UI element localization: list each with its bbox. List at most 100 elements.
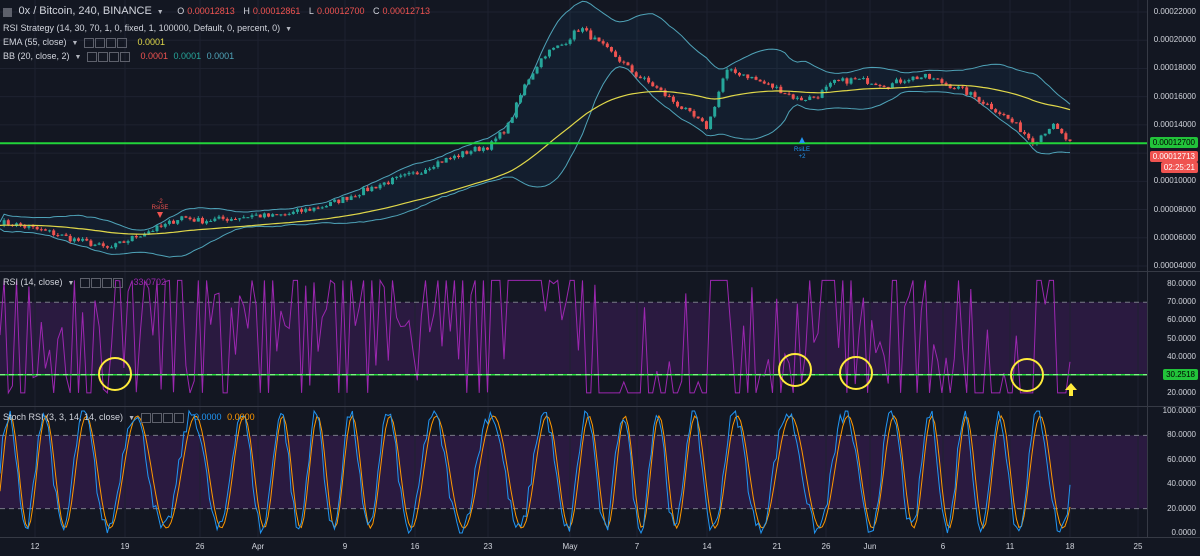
more-icon[interactable] <box>173 412 184 423</box>
down-arrow-icon <box>157 212 163 218</box>
candle-body <box>638 76 642 79</box>
candle-body <box>692 111 696 117</box>
candle-body <box>952 88 956 90</box>
study-legend-ema[interactable]: EMA (55, close) ▼ 0.0001 <box>3 37 168 48</box>
candle-body <box>969 92 973 95</box>
candle-body <box>200 217 204 224</box>
stoch-pane[interactable] <box>0 407 1148 537</box>
study-name[interactable]: EMA (55, close) <box>3 37 67 47</box>
candle-body <box>502 132 506 134</box>
study-buttons[interactable] <box>86 51 131 62</box>
candle-body <box>295 209 299 212</box>
more-icon[interactable] <box>116 37 127 48</box>
candle-body <box>523 84 527 96</box>
candle-body <box>291 211 295 214</box>
eye-icon[interactable] <box>86 51 97 62</box>
candle-body <box>205 221 209 224</box>
candle-body <box>915 76 919 80</box>
chevron-down-icon[interactable]: ▼ <box>68 280 75 287</box>
candle-body <box>283 214 287 216</box>
time-axis[interactable]: 12 19 26 Apr 9 16 23 May 7 14 21 26 Jun 6 11 18 25 <box>0 537 1200 556</box>
chevron-down-icon[interactable]: ▼ <box>75 54 82 61</box>
chevron-down-icon[interactable]: ▼ <box>72 40 79 47</box>
candle-body <box>233 218 237 220</box>
candle-body <box>820 90 824 98</box>
candle-body <box>192 219 196 222</box>
close-icon[interactable] <box>105 37 116 48</box>
rsi-pane[interactable] <box>0 272 1148 406</box>
candle-body <box>965 87 969 95</box>
price-chart[interactable]: RsiSE-2 RsiLE+2 <box>0 0 1148 271</box>
candle-body <box>1006 114 1010 119</box>
time-axis-tick: 16 <box>410 542 420 551</box>
candle-body <box>196 217 200 222</box>
rsi-axis-tick: 80.0000 <box>1167 279 1196 289</box>
study-legend-rsi-strategy[interactable]: RSI Strategy (14, 30, 70, 1, 0, fixed, 1… <box>3 23 295 33</box>
candle-body <box>899 79 903 83</box>
price-line-badge[interactable]: 0.00012700 <box>1149 137 1198 149</box>
symbol-title[interactable]: 0x / Bitcoin, 240, BINANCE <box>19 5 152 17</box>
settings-icon[interactable] <box>90 277 101 288</box>
candle-body <box>101 243 105 247</box>
study-name[interactable]: BB (20, close, 2) <box>3 51 70 61</box>
legend-square-icon[interactable] <box>3 7 13 17</box>
settings-icon[interactable] <box>94 37 105 48</box>
study-name[interactable]: RSI (14, close) <box>3 277 63 287</box>
stoch-legend[interactable]: Stoch RSI (3, 3, 14, 14, close) ▼ 0.0000 … <box>3 412 258 423</box>
eye-icon[interactable] <box>140 412 151 423</box>
bar-countdown-badge: 02:25:21 <box>1160 162 1198 174</box>
price-pane[interactable]: RsiSE -2 RsiLE +2 <box>0 0 1148 271</box>
stoch-chart[interactable] <box>0 407 1148 537</box>
time-axis-tick: 7 <box>634 542 640 551</box>
more-icon[interactable] <box>112 277 123 288</box>
candle-body <box>374 186 378 189</box>
candle-body <box>849 78 853 84</box>
time-axis-tick: 12 <box>30 542 40 551</box>
time-axis-tick: 6 <box>940 542 946 551</box>
eye-icon[interactable] <box>83 37 94 48</box>
chevron-down-icon[interactable]: ▼ <box>157 9 164 16</box>
price-axis-tick: 0.00006000 <box>1153 232 1196 242</box>
candle-body <box>923 73 927 78</box>
price-axis[interactable]: 0.00022000 0.00020000 0.00018000 0.00016000… <box>1147 0 1200 271</box>
candle-body <box>147 231 151 234</box>
candle-body <box>998 112 1002 115</box>
close-icon[interactable] <box>108 51 119 62</box>
close-icon[interactable] <box>162 412 173 423</box>
study-name[interactable]: Stoch RSI (3, 3, 14, 14, close) <box>3 412 123 422</box>
candle-body <box>841 78 845 81</box>
more-icon[interactable] <box>119 51 130 62</box>
study-legend-bb[interactable]: BB (20, close, 2) ▼ 0.0001 0.0001 0.0001 <box>3 51 237 62</box>
chevron-down-icon[interactable]: ▼ <box>285 26 292 33</box>
candle-body <box>667 95 671 97</box>
study-name[interactable]: RSI Strategy (14, 30, 70, 1, 0, fixed, 1… <box>3 23 280 33</box>
study-buttons[interactable] <box>79 277 124 288</box>
candle-body <box>651 82 655 87</box>
candle-body <box>936 78 940 80</box>
rsi-level-badge[interactable]: 30.2518 <box>1163 368 1198 380</box>
candle-body <box>155 225 159 232</box>
rsi-legend[interactable]: RSI (14, close) ▼ 33.0702 <box>3 277 169 288</box>
rsi-chart[interactable] <box>0 272 1148 406</box>
long-signal-qty: +2 <box>799 154 807 160</box>
time-axis-tick: 14 <box>702 542 712 551</box>
ohlc-high: H 0.00012861 <box>243 6 301 16</box>
stoch-axis[interactable]: 100.0000 80.0000 60.0000 40.0000 20.0000 0.00… <box>1147 406 1200 537</box>
candle-body <box>6 220 10 225</box>
close-icon[interactable] <box>101 277 112 288</box>
candle-body <box>229 218 233 221</box>
study-buttons[interactable] <box>83 37 128 48</box>
settings-icon[interactable] <box>151 412 162 423</box>
candle-body <box>436 161 440 167</box>
candle-body <box>597 37 601 42</box>
candle-body <box>403 174 407 176</box>
candle-body <box>709 116 713 129</box>
settings-icon[interactable] <box>97 51 108 62</box>
rsi-axis[interactable]: 80.0000 70.0000 60.0000 50.0000 40.0000 20.00… <box>1147 272 1200 406</box>
study-buttons[interactable] <box>140 412 185 423</box>
time-axis-tick: 18 <box>1065 542 1075 551</box>
up-arrow-icon <box>799 137 805 143</box>
eye-icon[interactable] <box>79 277 90 288</box>
chevron-down-icon[interactable]: ▼ <box>128 415 135 422</box>
last-price-badge[interactable]: 0.00012713 <box>1149 151 1198 163</box>
